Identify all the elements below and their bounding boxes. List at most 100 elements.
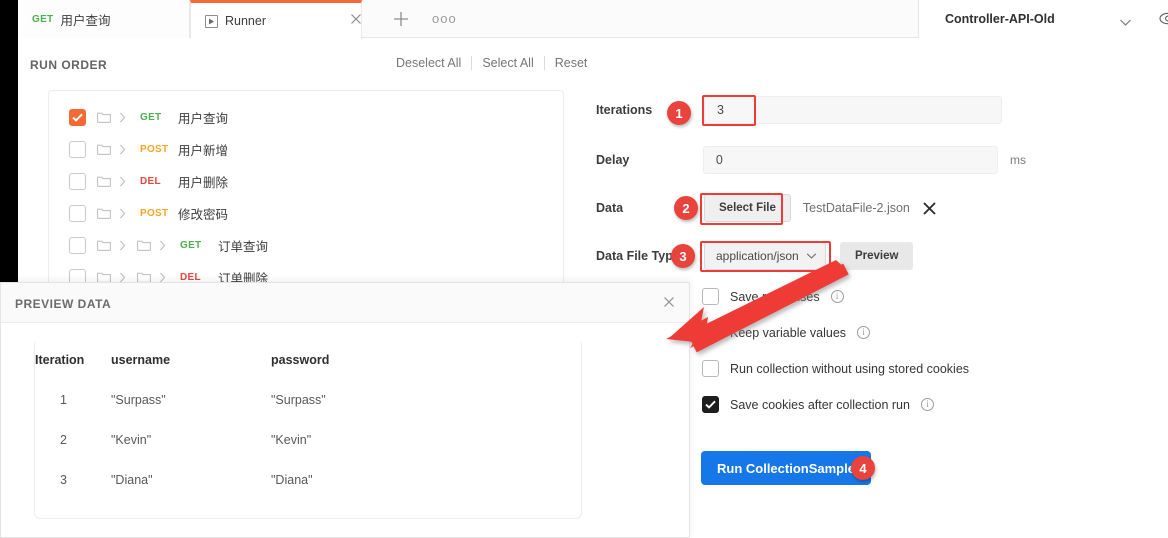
iterations-input[interactable]: 3: [704, 96, 1002, 124]
preview-data-panel: PREVIEW DATA Iteration username password…: [0, 282, 690, 538]
preview-panel-header: PREVIEW DATA: [1, 283, 689, 323]
data-field: Data Select File TestDataFile-2.json: [596, 194, 937, 222]
column-header-password: password: [271, 353, 330, 367]
select-all-link[interactable]: Select All: [472, 56, 543, 70]
annotation-badge-3: 3: [671, 244, 695, 268]
play-icon: [205, 14, 218, 28]
delay-input[interactable]: 0: [702, 146, 998, 174]
eye-icon[interactable]: [1159, 11, 1168, 31]
tab-bar: GET 用户查询 Runner ooo Controller-API-Old: [18, 0, 1168, 39]
cell-username: "Kevin": [111, 433, 152, 447]
option-keep-variable-values[interactable]: Keep variable values i: [702, 324, 871, 341]
row-checkbox[interactable]: [69, 236, 86, 254]
table-header-row: Iteration username password: [35, 341, 581, 380]
row-method: DEL: [140, 175, 161, 187]
option-checkbox[interactable]: [702, 288, 719, 305]
clear-file-icon[interactable]: [922, 201, 937, 216]
row-checkbox[interactable]: [69, 172, 86, 190]
row-checkbox[interactable]: [69, 204, 86, 222]
chevron-right-icon[interactable]: [119, 112, 126, 123]
list-item[interactable]: POST 修改密码: [49, 197, 563, 229]
chevron-right-icon[interactable]: [119, 144, 126, 155]
chevron-right-icon[interactable]: [159, 272, 166, 283]
option-label: Keep variable values: [730, 325, 847, 340]
folder-icon: [97, 111, 111, 123]
option-checkbox[interactable]: [702, 360, 719, 377]
list-item[interactable]: GET 用户查询: [49, 101, 563, 133]
add-tab-icon[interactable]: [392, 10, 410, 28]
cell-iteration: 1: [60, 393, 67, 407]
tab-runner[interactable]: Runner: [190, 0, 362, 39]
run-order-list: GET 用户查询 POST 用户新增 DEL 用户删除 POST 修改密码 GE…: [48, 90, 564, 285]
option-label: Save responses: [730, 289, 820, 304]
option-save-cookies[interactable]: Save cookies after collection run i: [702, 396, 934, 413]
run-collection-button[interactable]: Run CollectionSample: [701, 451, 871, 485]
chevron-down-icon: [806, 249, 817, 263]
delay-field: Delay 0 ms: [596, 146, 1026, 174]
row-method: POST: [140, 143, 169, 155]
row-method: DEL: [180, 271, 201, 283]
cell-password: "Kevin": [271, 433, 312, 447]
option-checkbox[interactable]: [702, 396, 719, 413]
info-icon[interactable]: i: [830, 290, 844, 303]
iterations-field: Iterations 3: [596, 96, 1002, 124]
chevron-right-icon[interactable]: [119, 272, 126, 283]
row-method: POST: [140, 207, 169, 219]
list-item[interactable]: DEL 用户删除: [49, 165, 563, 197]
list-item[interactable]: POST 用户新增: [49, 133, 563, 165]
option-label: Run collection without using stored cook…: [730, 361, 970, 376]
tab-user-query[interactable]: GET 用户查询: [18, 0, 190, 38]
run-order-title: RUN ORDER: [30, 58, 108, 72]
reset-link[interactable]: Reset: [545, 56, 598, 70]
tab-more-icon[interactable]: ooo: [432, 12, 457, 25]
chevron-right-icon[interactable]: [119, 176, 126, 187]
folder-icon: [97, 239, 111, 251]
option-checkbox[interactable]: [702, 324, 719, 341]
run-order-actions: Deselect All Select All Reset: [386, 56, 597, 70]
tab-label: Runner: [225, 14, 266, 28]
cell-username: "Diana": [111, 473, 153, 487]
row-name: 订单查询: [218, 239, 269, 254]
folder-icon: [97, 207, 111, 219]
delay-unit: ms: [1010, 153, 1026, 167]
chevron-right-icon[interactable]: [119, 240, 126, 251]
column-header-username: username: [111, 353, 171, 367]
data-file-type-select[interactable]: application/json: [704, 242, 826, 270]
option-label: Save cookies after collection run: [730, 397, 910, 412]
info-icon[interactable]: i: [857, 326, 871, 339]
row-name: 修改密码: [178, 207, 229, 222]
cell-password: "Diana": [271, 473, 313, 487]
delay-label: Delay: [596, 153, 630, 167]
environment-selector[interactable]: Controller-API-Old: [918, 0, 1168, 38]
option-save-responses[interactable]: Save responses i: [702, 288, 844, 305]
annotation-badge-1: 1: [667, 101, 691, 125]
row-method: GET: [180, 239, 202, 251]
row-name: 用户新增: [178, 143, 229, 158]
chevron-down-icon[interactable]: [1119, 14, 1132, 32]
option-run-without-cookies[interactable]: Run collection without using stored cook…: [702, 360, 969, 377]
select-file-button[interactable]: Select File: [704, 194, 791, 222]
folder-icon: [97, 175, 111, 187]
list-item[interactable]: GET 订单查询: [49, 229, 563, 261]
annotation-badge-4: 4: [851, 456, 875, 480]
row-name: 用户查询: [178, 111, 229, 126]
close-icon[interactable]: [661, 294, 677, 315]
cell-username: "Surpass": [111, 393, 166, 407]
data-filename: TestDataFile-2.json: [802, 201, 910, 215]
preview-data-table-wrap: Iteration username password 1 "Surpass" …: [34, 341, 582, 519]
cell-iteration: 2: [60, 433, 67, 447]
row-checkbox[interactable]: [69, 140, 86, 158]
row-method: GET: [140, 111, 162, 123]
table-row: 2 "Kevin" "Kevin": [35, 420, 581, 460]
deselect-all-link[interactable]: Deselect All: [386, 56, 471, 70]
data-file-type-value: application/json: [716, 249, 799, 263]
chevron-right-icon[interactable]: [119, 208, 126, 219]
tab-method-badge: GET: [32, 13, 54, 25]
close-icon[interactable]: [348, 11, 364, 27]
preview-button[interactable]: Preview: [840, 242, 914, 270]
chevron-right-icon[interactable]: [159, 240, 166, 251]
preview-panel-title: PREVIEW DATA: [15, 297, 112, 311]
info-icon[interactable]: i: [920, 398, 934, 411]
row-checkbox[interactable]: [69, 108, 86, 126]
row-name: 用户删除: [178, 175, 229, 190]
